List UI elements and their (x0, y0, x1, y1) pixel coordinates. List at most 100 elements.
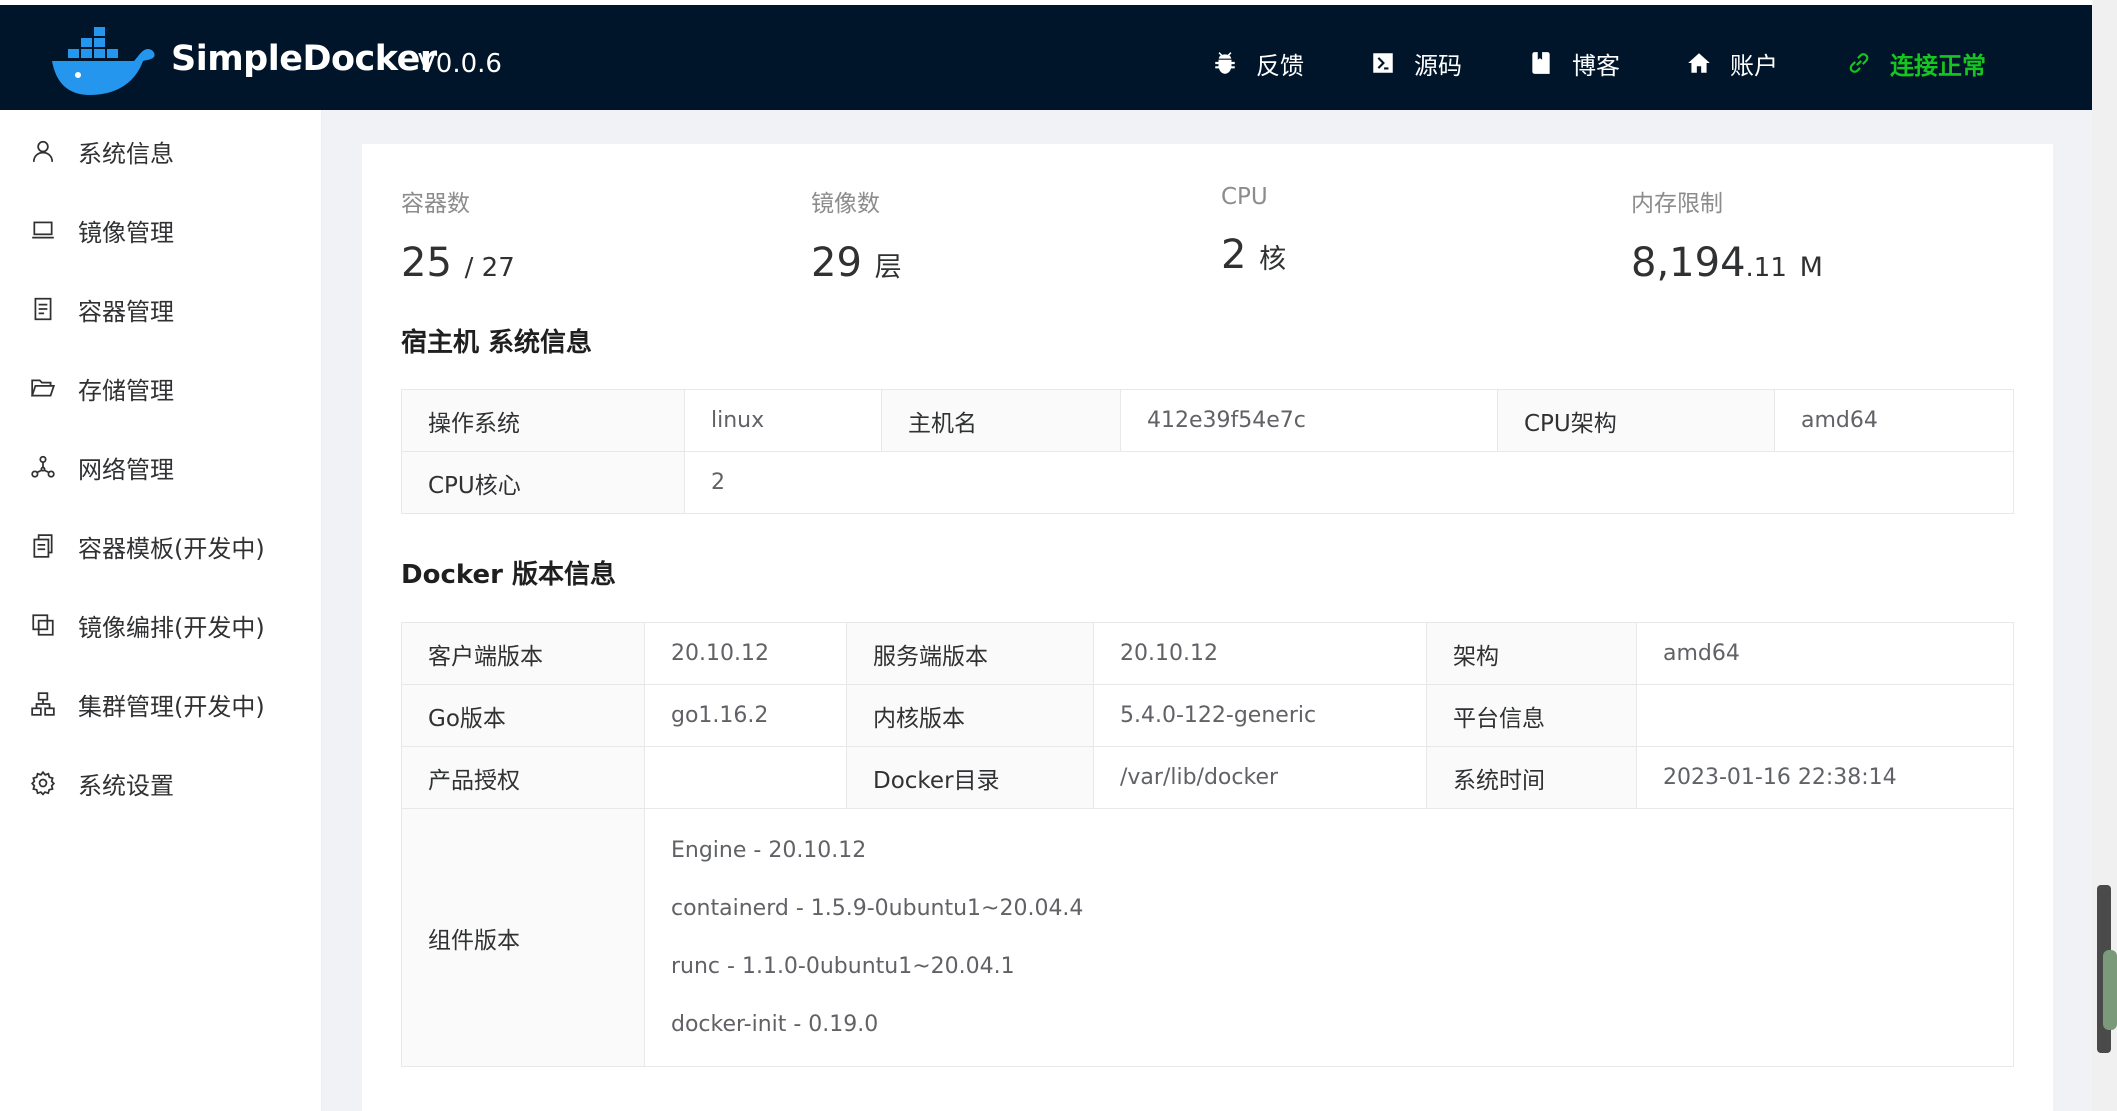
folder-open-icon (30, 379, 56, 397)
layers-icon (32, 614, 54, 636)
nav-blog-label: 博客 (1572, 51, 1620, 80)
nav-blog[interactable]: 博客 (1528, 45, 1620, 81)
cell-label: CPU核心 (401, 451, 685, 514)
cell-value: linux (684, 389, 882, 452)
sidebar-item-label: 系统信息 (78, 139, 174, 168)
stat-label: 容器数 (401, 191, 470, 217)
nav-feedback[interactable]: 反馈 (1212, 45, 1304, 81)
sidebar-item-storage[interactable]: 存储管理 (30, 363, 174, 413)
nav-feedback-label: 反馈 (1256, 51, 1304, 80)
sidebar-item-label: 存储管理 (78, 376, 174, 405)
cell-label: 平台信息 (1426, 684, 1637, 747)
cell-label: 组件版本 (401, 808, 645, 1067)
laptop-icon (32, 221, 54, 239)
sidebar-item-cluster[interactable]: 集群管理(开发中) (30, 679, 265, 729)
table-row: 客户端版本 20.10.12 服务端版本 20.10.12 架构 amd64 (401, 622, 2014, 685)
connection-status[interactable]: 连接正常 (1846, 45, 1986, 81)
link-icon (1849, 53, 1869, 73)
home-icon (1688, 53, 1710, 73)
host-info-title: 宿主机 系统信息 (401, 328, 593, 358)
stat-number: 25 (401, 240, 452, 286)
stat-suffix: 核 (1259, 244, 1287, 275)
table-row: 产品授权 Docker目录 /var/lib/docker 系统时间 2023-… (401, 746, 2014, 809)
component-version: runc - 1.1.0-0ubuntu1~20.04.1 (671, 953, 1015, 979)
sidebar-item-containers[interactable]: 容器管理 (30, 284, 174, 334)
cell-value (644, 746, 847, 809)
cell-value (1636, 684, 2014, 747)
cell-label: 客户端版本 (401, 622, 645, 685)
cell-value: /var/lib/docker (1093, 746, 1427, 809)
nav-account-label: 账户 (1730, 51, 1778, 80)
sidebar-item-network[interactable]: 网络管理 (30, 442, 174, 492)
stat-number: 8,194 (1631, 240, 1746, 286)
docker-whale-logo (52, 27, 155, 95)
sidebar-item-label: 集群管理(开发中) (78, 692, 265, 721)
component-version: containerd - 1.5.9-0ubuntu1~20.04.4 (671, 895, 1084, 921)
nav-source-label: 源码 (1414, 51, 1462, 80)
user-icon (32, 140, 54, 162)
sidebar-item-label: 容器模板(开发中) (78, 534, 265, 563)
cell-label: CPU架构 (1497, 389, 1775, 452)
table-row: 组件版本 Engine - 20.10.12 containerd - 1.5.… (401, 808, 2014, 1067)
sidebar-item-label: 镜像管理 (78, 218, 174, 247)
cell-value: 20.10.12 (1093, 622, 1427, 685)
stat-suffix: / 27 (464, 253, 515, 283)
sidebar: 系统信息 镜像管理 容器管理 存储管理 网络管理 容器模板(开发中) 镜像编排(… (0, 110, 322, 1111)
sidebar-item-container-templates[interactable]: 容器模板(开发中) (30, 521, 265, 571)
cell-value: 5.4.0-122-generic (1093, 684, 1427, 747)
nav-source[interactable]: 源码 (1370, 45, 1462, 81)
app-version: V0.0.6 (418, 49, 502, 79)
cell-value: 20.10.12 (644, 622, 847, 685)
cell-label: Go版本 (401, 684, 645, 747)
top-navbar: SimpleDocker V0.0.6 反馈 源码 博客 账户 连接正常 (0, 5, 2092, 110)
docker-info-table: 客户端版本 20.10.12 服务端版本 20.10.12 架构 amd64 G… (401, 622, 2014, 1067)
table-row: CPU核心 2 (401, 451, 2014, 514)
stat-images: 镜像数 29 层 (811, 184, 902, 286)
cell-value: 412e39f54e7c (1120, 389, 1498, 452)
book-icon (1532, 52, 1550, 74)
cluster-icon (31, 692, 55, 716)
connection-status-label: 连接正常 (1890, 51, 1986, 80)
stat-value: 2 核 (1221, 232, 1286, 278)
scrollbar-handle[interactable] (2103, 950, 2117, 1030)
component-version: docker-init - 0.19.0 (671, 1011, 879, 1037)
sidebar-item-label: 镜像编排(开发中) (78, 613, 265, 642)
sidebar-item-label: 系统设置 (78, 771, 174, 800)
sidebar-item-label: 容器管理 (78, 297, 174, 326)
cell-label: 产品授权 (401, 746, 645, 809)
nav-account[interactable]: 账户 (1686, 45, 1778, 81)
docker-info-title: Docker 版本信息 (401, 560, 616, 590)
file-text-icon (34, 297, 52, 321)
sidebar-item-image-orchestration[interactable]: 镜像编排(开发中) (30, 600, 265, 650)
sidebar-item-label: 网络管理 (78, 455, 174, 484)
table-row: Go版本 go1.16.2 内核版本 5.4.0-122-generic 平台信… (401, 684, 2014, 747)
cell-label: 服务端版本 (846, 622, 1094, 685)
cell-value: 2 (684, 451, 2014, 514)
cell-value: go1.16.2 (644, 684, 847, 747)
sidebar-item-images[interactable]: 镜像管理 (30, 205, 174, 255)
terminal-icon (1373, 53, 1393, 73)
stat-suffix: 层 (874, 252, 902, 283)
bug-icon (1215, 52, 1235, 74)
cell-label: 主机名 (881, 389, 1121, 452)
stat-containers: 容器数 25 / 27 (401, 184, 515, 286)
cell-label: 架构 (1426, 622, 1637, 685)
cell-value: amd64 (1636, 622, 2014, 685)
cell-label: 操作系统 (401, 389, 685, 452)
sidebar-item-settings[interactable]: 系统设置 (30, 758, 174, 808)
table-row: 操作系统 linux 主机名 412e39f54e7c CPU架构 amd64 (401, 389, 2014, 452)
stat-number: 2 (1221, 232, 1247, 278)
stat-decimal: .11 (1745, 253, 1787, 283)
stat-number: 29 (811, 240, 862, 286)
stat-value: 29 层 (811, 240, 902, 286)
sidebar-item-system-info[interactable]: 系统信息 (30, 126, 174, 176)
cell-label: 内核版本 (846, 684, 1094, 747)
stat-label: CPU (1221, 184, 1268, 210)
copy-icon (33, 534, 53, 558)
stat-label: 内存限制 (1631, 191, 1723, 217)
stat-value: 8,194.11 M (1631, 240, 1823, 286)
stat-memory: 内存限制 8,194.11 M (1631, 184, 1823, 286)
stat-suffix: M (1799, 252, 1823, 283)
stat-value: 25 / 27 (401, 240, 515, 286)
network-icon (31, 455, 55, 478)
